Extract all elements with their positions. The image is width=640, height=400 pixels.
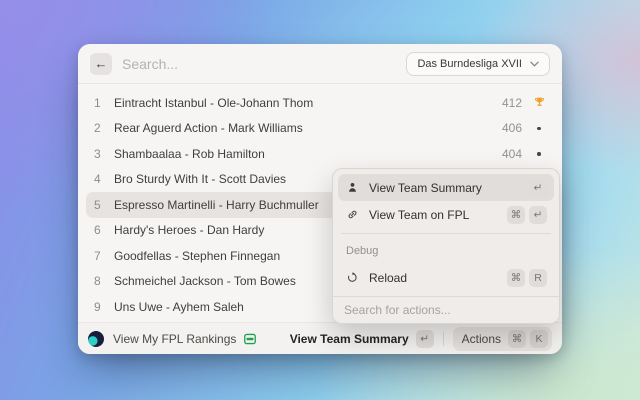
actions-button[interactable]: Actions ⌘ K: [453, 327, 552, 351]
menu-item-label: Reload: [369, 271, 507, 285]
status-bar: View My FPL Rankings View Team Summary ↵…: [78, 322, 562, 354]
row-points: 406: [502, 121, 522, 135]
actions-search-input[interactable]: [344, 303, 548, 317]
cmd-keycap: ⌘: [507, 269, 525, 287]
reload-icon: [345, 271, 360, 284]
back-button[interactable]: ←: [90, 53, 112, 75]
table-row[interactable]: 2 Rear Aguerd Action - Mark Williams 406: [86, 116, 554, 142]
footer-divider: [443, 332, 444, 346]
league-selector-dropdown[interactable]: Das Burndesliga XVII: [406, 52, 550, 76]
row-rank: 8: [94, 274, 106, 288]
cmd-keycap: ⌘: [508, 330, 526, 348]
row-label: Shambaalaa - Rob Hamilton: [114, 147, 502, 161]
row-rank: 7: [94, 249, 106, 263]
r-keycap: R: [529, 269, 547, 287]
dot-marker: [532, 152, 546, 156]
table-row[interactable]: 1 Eintracht Istanbul - Ole-Johann Thom 4…: [86, 90, 554, 116]
menu-separator: [341, 233, 551, 234]
link-icon: [345, 208, 360, 221]
search-input[interactable]: [122, 56, 406, 72]
dot-marker: [532, 127, 546, 131]
row-rank: 3: [94, 147, 106, 161]
command-title: View My FPL Rankings: [113, 332, 236, 346]
rankings-list-icon: [243, 332, 257, 346]
table-row[interactable]: 3 Shambaalaa - Rob Hamilton 404: [86, 141, 554, 167]
menu-item-label: View Team on FPL: [369, 208, 507, 222]
row-rank: 2: [94, 121, 106, 135]
launcher-window: ← Das Burndesliga XVII 1 Eintracht Istan…: [78, 44, 562, 354]
return-keycap: ↵: [529, 206, 547, 224]
actions-label: Actions: [462, 332, 501, 346]
row-rank: 6: [94, 223, 106, 237]
trophy-icon: [532, 96, 546, 109]
row-label: Eintracht Istanbul - Ole-Johann Thom: [114, 96, 502, 110]
menu-item-view-team-on-fpl[interactable]: View Team on FPL ⌘ ↵: [338, 201, 554, 228]
row-label: Rear Aguerd Action - Mark Williams: [114, 121, 502, 135]
return-keycap: ↵: [529, 179, 547, 197]
menu-item-reload[interactable]: Reload ⌘ R: [338, 264, 554, 291]
row-rank: 5: [94, 198, 106, 212]
row-points: 412: [502, 96, 522, 110]
actions-menu-items: View Team Summary ↵ View Team on FPL ⌘ ↵: [333, 169, 559, 296]
chevron-down-icon: [530, 61, 539, 67]
actions-menu: View Team Summary ↵ View Team on FPL ⌘ ↵: [332, 168, 560, 324]
menu-item-label: View Team Summary: [369, 181, 529, 195]
back-arrow-icon: ←: [95, 56, 108, 71]
fpl-app-icon: [88, 331, 104, 347]
primary-action-label[interactable]: View Team Summary: [290, 332, 409, 346]
cmd-keycap: ⌘: [507, 206, 525, 224]
league-selector-value: Das Burndesliga XVII: [417, 58, 522, 70]
header: ← Das Burndesliga XVII: [78, 44, 562, 84]
person-icon: [345, 181, 360, 194]
actions-search[interactable]: [333, 296, 559, 323]
row-points: 404: [502, 147, 522, 161]
k-keycap: K: [530, 330, 548, 348]
row-rank: 4: [94, 172, 106, 186]
return-keycap: ↵: [416, 330, 434, 348]
menu-section-debug: Debug: [338, 239, 554, 264]
menu-item-view-team-summary[interactable]: View Team Summary ↵: [338, 174, 554, 201]
row-rank: 9: [94, 300, 106, 314]
row-rank: 1: [94, 96, 106, 110]
